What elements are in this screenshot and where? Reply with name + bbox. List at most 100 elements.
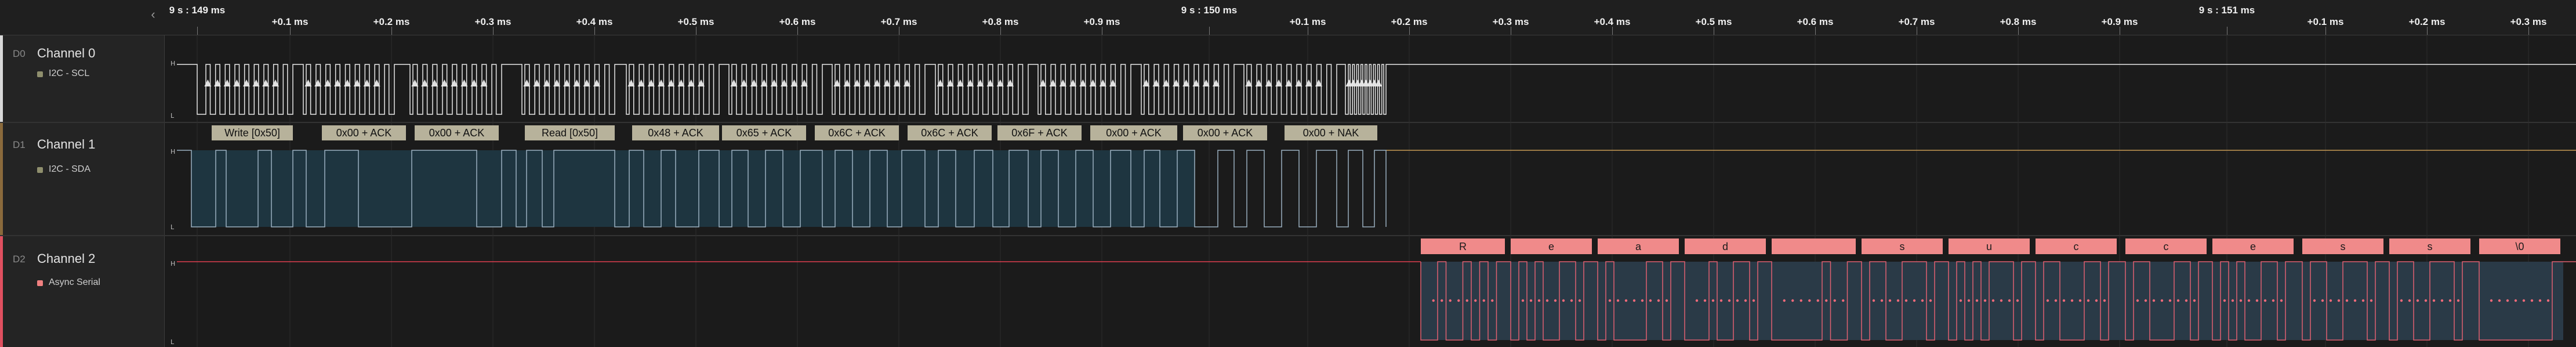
serial-bit-dot bbox=[2144, 299, 2147, 302]
channel-1-header[interactable]: D1 Channel 1 I2C - SDA bbox=[0, 123, 165, 235]
serial-bit-dot bbox=[1624, 299, 1628, 302]
time-label: +0.2 ms bbox=[2408, 16, 2446, 27]
serial-bit-dot bbox=[2514, 299, 2517, 302]
serial-frame-text: R bbox=[1459, 241, 1467, 252]
channel-name: Channel 2 bbox=[37, 251, 96, 266]
serial-bit-dot bbox=[1888, 299, 1892, 302]
serial-frame-text: e bbox=[1548, 241, 1554, 252]
serial-bit-dot bbox=[2490, 299, 2493, 302]
serial-bit-dot bbox=[1465, 299, 1468, 302]
serial-bit-dot bbox=[1904, 299, 1908, 302]
serial-bit-dot bbox=[1616, 299, 1620, 302]
level-marker: L bbox=[170, 338, 175, 346]
i2c-frame-text: Write [0x50] bbox=[224, 127, 280, 139]
time-tick bbox=[1000, 27, 1001, 35]
serial-bit-dot bbox=[2370, 299, 2373, 302]
time-label: 9 s : 150 ms bbox=[1181, 5, 1238, 16]
serial-bit-dot bbox=[2448, 299, 2452, 302]
serial-frame-label[interactable]: s bbox=[2389, 238, 2470, 254]
serial-frame-label[interactable]: s bbox=[1862, 238, 1943, 254]
time-tick bbox=[797, 27, 798, 35]
i2c-frame-label[interactable]: 0x00 + NAK bbox=[1285, 125, 1377, 140]
time-label: +0.7 ms bbox=[1898, 16, 1935, 27]
channel-index: D0 bbox=[13, 48, 26, 59]
serial-frame-label[interactable]: \0 bbox=[2479, 238, 2560, 254]
channel-index: D2 bbox=[13, 254, 26, 265]
serial-bit-dot bbox=[2231, 299, 2234, 302]
serial-bit-dot bbox=[2440, 299, 2444, 302]
serial-frame-label[interactable]: a bbox=[1598, 238, 1679, 254]
time-label: +0.6 ms bbox=[1797, 16, 1834, 27]
i2c-frame-text: 0x00 + NAK bbox=[1303, 127, 1359, 139]
serial-bit-dot bbox=[2424, 299, 2428, 302]
i2c-frame-label[interactable]: Write [0x50] bbox=[212, 125, 293, 140]
waveform-area[interactable]: Write [0x50] 0x00 + ACK 0x00 + ACK Read [0x… bbox=[165, 35, 2576, 347]
serial-frame-label[interactable]: e bbox=[1511, 238, 1592, 254]
time-tick bbox=[197, 27, 198, 35]
time-label: +0.1 ms bbox=[2307, 16, 2344, 27]
channel-name: Channel 0 bbox=[37, 46, 96, 60]
time-ruler[interactable]: ‹ 9 s : 149 ms +0.1 ms +0.2 ms +0.3 ms +0.4 … bbox=[0, 0, 2576, 35]
serial-frame-label[interactable]: c bbox=[2036, 238, 2117, 254]
channel-0-header[interactable]: D0 Channel 0 I2C - SCL bbox=[0, 35, 165, 122]
serial-frame-label[interactable]: c bbox=[2125, 238, 2207, 254]
time-label: +0.2 ms bbox=[1391, 16, 1428, 27]
i2c-frame-text: 0x48 + ACK bbox=[648, 127, 703, 139]
time-label: +0.4 ms bbox=[1594, 16, 1631, 27]
level-marker: H bbox=[170, 148, 175, 156]
serial-bit-dot bbox=[2313, 299, 2316, 302]
time-label: +0.7 ms bbox=[880, 16, 917, 27]
i2c-frame-label[interactable]: 0x00 + ACK bbox=[322, 125, 406, 140]
serial-bit-dot bbox=[2337, 299, 2341, 302]
time-tick bbox=[493, 27, 494, 35]
serial-frame-text: c bbox=[2074, 241, 2079, 252]
serial-frame-label[interactable] bbox=[1772, 238, 1856, 254]
serial-bit-dot bbox=[1799, 299, 1802, 302]
level-marker: L bbox=[170, 223, 175, 231]
serial-frame-text: \0 bbox=[2515, 241, 2524, 252]
serial-frame-text: c bbox=[2164, 241, 2169, 252]
serial-bit-dot bbox=[2136, 299, 2139, 302]
serial-frame-label[interactable]: e bbox=[2212, 238, 2294, 254]
level-marker: H bbox=[170, 260, 175, 268]
serial-bit-dot bbox=[1736, 299, 1739, 302]
serial-bit-dot bbox=[1457, 299, 1460, 302]
serial-bit-dot bbox=[2185, 299, 2188, 302]
serial-bit-dot bbox=[1808, 299, 1811, 302]
serial-bit-dot bbox=[2530, 299, 2534, 302]
channel-color-stripe bbox=[0, 236, 3, 347]
serial-bit-dot bbox=[1570, 299, 1573, 302]
serial-bit-dot bbox=[1921, 299, 1924, 302]
time-label: +0.3 ms bbox=[1492, 16, 1529, 27]
serial-bit-dot bbox=[1695, 299, 1699, 302]
i2c-frame-label[interactable]: 0x6F + ACK bbox=[997, 125, 1082, 140]
time-label: +0.1 ms bbox=[1289, 16, 1326, 27]
serial-bit-dot bbox=[1632, 299, 1636, 302]
i2c-frame-label[interactable]: 0x48 + ACK bbox=[632, 125, 719, 140]
chevron-left-icon[interactable]: ‹ bbox=[146, 8, 160, 22]
channel-2-header[interactable]: D2 Channel 2 Async Serial bbox=[0, 236, 165, 347]
i2c-frame-label[interactable]: 0x00 + ACK bbox=[1090, 125, 1177, 140]
i2c-frame-label[interactable]: Read [0x50] bbox=[525, 125, 615, 140]
serial-bit-dot bbox=[1449, 299, 1452, 302]
serial-bit-dot bbox=[2506, 299, 2509, 302]
analyzer-name: Async Serial bbox=[49, 277, 100, 287]
serial-frame-label[interactable]: d bbox=[1685, 238, 1766, 254]
i2c-frame-label[interactable]: 0x00 + ACK bbox=[1183, 125, 1267, 140]
serial-frame-label[interactable]: u bbox=[1949, 238, 2030, 254]
i2c-frame-label[interactable]: 0x6C + ACK bbox=[908, 125, 992, 140]
analyzer-color-dot bbox=[37, 167, 43, 173]
i2c-frame-label[interactable]: 0x6C + ACK bbox=[815, 125, 899, 140]
serial-frame-label[interactable]: s bbox=[2302, 238, 2383, 254]
i2c-frame-label[interactable]: 0x00 + ACK bbox=[415, 125, 499, 140]
serial-bit-dot bbox=[1913, 299, 1916, 302]
serial-bit-dot bbox=[1578, 299, 1581, 302]
serial-frame-label[interactable]: R bbox=[1421, 238, 1505, 254]
serial-bit-dot bbox=[2016, 299, 2019, 302]
scl-signal bbox=[177, 64, 2576, 115]
time-tick bbox=[1612, 27, 1613, 35]
time-label: +0.8 ms bbox=[2000, 16, 2037, 27]
serial-bit-dot bbox=[2329, 299, 2332, 302]
serial-bit-dot bbox=[1983, 299, 1987, 302]
i2c-frame-label[interactable]: 0x65 + ACK bbox=[722, 125, 806, 140]
